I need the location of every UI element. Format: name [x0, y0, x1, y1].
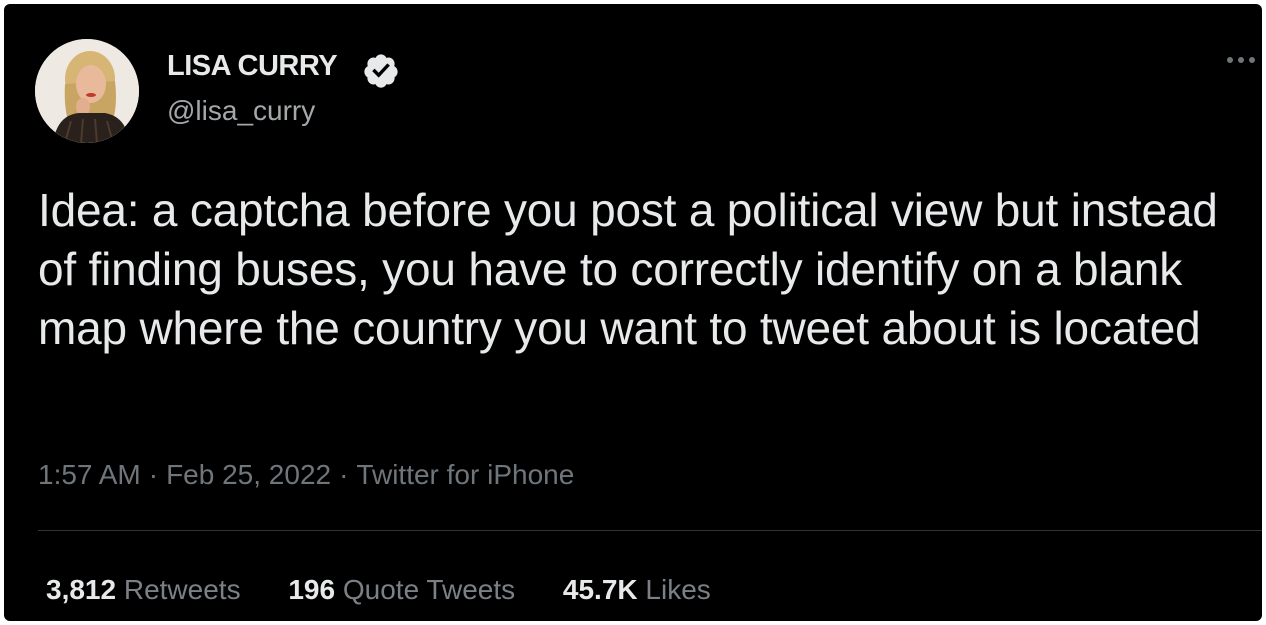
tweet-date[interactable]: Feb 25, 2022: [166, 459, 331, 490]
quotes-label: Quote Tweets: [342, 574, 516, 605]
meta-separator: ·: [339, 459, 349, 490]
author-display-name[interactable]: LISA CURRY: [167, 50, 338, 83]
tweet-text: Idea: a captcha before you post a politi…: [38, 184, 1218, 354]
divider: [38, 530, 1262, 531]
likes-stat[interactable]: 45.7K Likes: [563, 574, 711, 605]
retweets-label: Retweets: [123, 574, 241, 605]
author-handle[interactable]: @lisa_curry: [167, 95, 315, 127]
quote-tweets-stat[interactable]: 196 Quote Tweets: [288, 574, 515, 605]
avatar[interactable]: [35, 39, 139, 143]
tweet-source[interactable]: Twitter for iPhone: [356, 459, 574, 490]
tweet-time[interactable]: 1:57 AM: [38, 459, 141, 490]
likes-label: Likes: [645, 574, 711, 605]
likes-count: 45.7K: [562, 574, 638, 605]
retweets-count: 3,812: [46, 574, 117, 605]
quotes-count: 196: [288, 574, 336, 605]
more-options-icon[interactable]: [1224, 52, 1258, 68]
tweet-meta: 1:57 AM · Feb 25, 2022 · Twitter for iPhone: [38, 459, 574, 491]
avatar-image: [35, 39, 139, 143]
tweet-stats: 3,812 Retweets 196 Quote Tweets 45.7K Li…: [46, 574, 751, 606]
tweet-card[interactable]: LISA CURRY @lisa_curry Idea: a captcha b…: [4, 4, 1262, 621]
retweets-stat[interactable]: 3,812 Retweets: [46, 574, 241, 605]
meta-separator: ·: [148, 459, 159, 490]
verified-badge-icon: [364, 54, 398, 88]
